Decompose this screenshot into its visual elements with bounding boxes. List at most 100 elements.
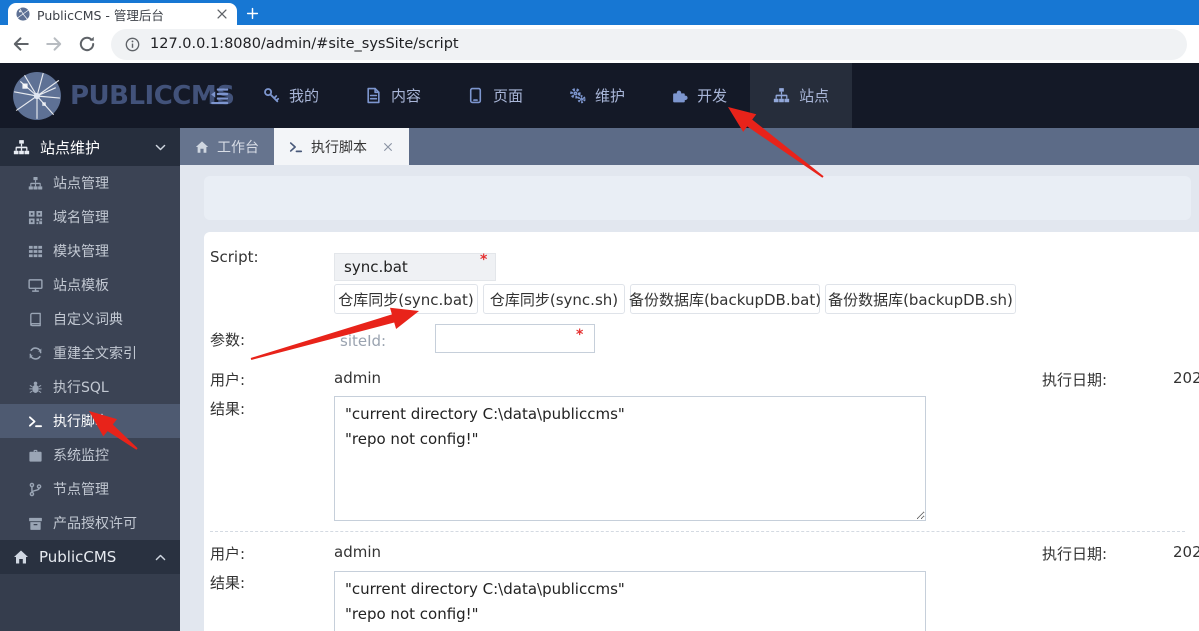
globe-favicon-icon xyxy=(16,7,30,21)
sidebar-item-label: 自定义词典 xyxy=(53,312,123,328)
gears-icon xyxy=(569,87,586,104)
app-topnav: PUBLICCMS 我的 内容 页面 维护 开发 站点 xyxy=(0,63,1199,128)
siteid-label: siteId: xyxy=(340,332,387,350)
sidebar-item-site-management[interactable]: 站点管理 xyxy=(0,166,180,200)
topnav-item-label: 站点 xyxy=(799,87,830,105)
topnav-item-page[interactable]: 页面 xyxy=(444,63,546,128)
topnav-item-maintain[interactable]: 维护 xyxy=(546,63,648,128)
sidebar-item-execute-script[interactable]: 执行脚本 xyxy=(0,404,180,438)
topnav-item-label: 开发 xyxy=(697,87,728,105)
browser-tab-title: PublicCMS - 管理后台 xyxy=(37,7,164,23)
exec-date-label: 执行日期: xyxy=(1042,371,1108,389)
browser-tabstrip: PublicCMS - 管理后台 xyxy=(0,0,1199,25)
sidebar-item-label: 执行SQL xyxy=(53,380,109,396)
result-label: 结果: xyxy=(210,574,246,592)
sidebar-item-module-management[interactable]: 模块管理 xyxy=(0,234,180,268)
archive-icon xyxy=(28,516,43,531)
script-panel: Script: * 仓库同步(sync.bat) 仓库同步(sync.sh) 备… xyxy=(204,232,1199,631)
close-icon[interactable] xyxy=(215,7,229,21)
script-button-sync-bat[interactable]: 仓库同步(sync.bat) xyxy=(334,284,478,314)
sidebar-item-label: 执行脚本 xyxy=(53,414,109,430)
sidebar-item-node-management[interactable]: 节点管理 xyxy=(0,472,180,506)
terminal-icon xyxy=(289,140,303,154)
sidebar-section-label: 站点维护 xyxy=(40,138,101,157)
sidebar-item-execute-sql[interactable]: 执行SQL xyxy=(0,370,180,404)
result-textarea[interactable]: "current directory C:\data\publiccms" "r… xyxy=(334,396,926,521)
sidebar-item-rebuild-index[interactable]: 重建全文索引 xyxy=(0,336,180,370)
url-text: 127.0.0.1:8080/admin/#site_sysSite/scrip… xyxy=(150,36,459,52)
script-button-sync-sh[interactable]: 仓库同步(sync.sh) xyxy=(483,284,625,314)
sidebar-item-system-monitor[interactable]: 系统监控 xyxy=(0,438,180,472)
required-asterisk: * xyxy=(576,327,584,343)
reload-button[interactable] xyxy=(78,35,96,53)
topnav-item-content[interactable]: 内容 xyxy=(342,63,444,128)
desktop-icon xyxy=(28,278,43,293)
page-tabbar: 工作台 执行脚本 xyxy=(180,128,1199,165)
browser-tab[interactable]: PublicCMS - 管理后台 xyxy=(8,3,237,25)
forward-button[interactable] xyxy=(45,35,63,53)
back-button[interactable] xyxy=(12,35,30,53)
sitemap-icon xyxy=(13,139,30,156)
topnav-item-site[interactable]: 站点 xyxy=(750,63,853,128)
bug-icon xyxy=(28,380,43,395)
sidebar-item-site-template[interactable]: 站点模板 xyxy=(0,268,180,302)
collapsed-filter-panel xyxy=(204,176,1191,220)
sidebar-item-label: 产品授权许可 xyxy=(53,516,137,532)
chevron-down-icon xyxy=(154,141,167,154)
topnav-item-mine[interactable]: 我的 xyxy=(240,63,342,128)
sidebar-item-label: 站点管理 xyxy=(53,176,109,192)
exec-date-value: 2023 xyxy=(1173,543,1199,561)
menu-outdent-icon[interactable] xyxy=(210,86,230,106)
info-icon[interactable] xyxy=(125,37,140,52)
user-label: 用户: xyxy=(210,545,246,563)
script-input[interactable] xyxy=(334,253,496,281)
siteid-input[interactable] xyxy=(435,324,595,353)
sidebar-item-label: 域名管理 xyxy=(53,210,109,226)
exec-date-label: 执行日期: xyxy=(1042,545,1108,563)
script-label: Script: xyxy=(210,248,259,266)
puzzle-icon xyxy=(671,87,688,104)
tab-label: 工作台 xyxy=(217,139,259,156)
sidebar-footer-label: PublicCMS xyxy=(39,548,117,566)
sync-icon xyxy=(28,346,43,361)
sidebar-section-publiccms[interactable]: PublicCMS xyxy=(0,540,180,574)
sidebar-item-domain-management[interactable]: 域名管理 xyxy=(0,200,180,234)
tab-execute-script[interactable]: 执行脚本 xyxy=(274,128,409,165)
topnav-item-develop[interactable]: 开发 xyxy=(648,63,750,128)
sidebar-section-site-maintenance[interactable]: 站点维护 xyxy=(0,128,180,166)
qrcode-icon xyxy=(28,210,43,225)
record-divider xyxy=(210,531,1185,532)
script-button-backupdb-bat[interactable]: 备份数据库(backupDB.bat) xyxy=(629,284,821,314)
sidebar-item-label: 系统监控 xyxy=(53,448,109,464)
home-icon xyxy=(13,549,29,565)
script-button-backupdb-sh[interactable]: 备份数据库(backupDB.sh) xyxy=(825,284,1016,314)
tab-workbench[interactable]: 工作台 xyxy=(180,128,274,165)
key-icon xyxy=(263,87,280,104)
plus-icon xyxy=(246,7,259,20)
sidebar-item-product-license[interactable]: 产品授权许可 xyxy=(0,506,180,540)
close-icon[interactable] xyxy=(382,141,394,153)
mobile-icon xyxy=(467,87,484,104)
sidebar-item-custom-dictionary[interactable]: 自定义词典 xyxy=(0,302,180,336)
sidebar-item-label: 重建全文索引 xyxy=(53,346,137,362)
branch-icon xyxy=(28,482,43,497)
params-label: 参数: xyxy=(210,331,246,349)
brand-text: PUBLICCMS xyxy=(70,80,235,111)
screen: PublicCMS - 管理后台 127.0.0.1:8080/admin/#s… xyxy=(0,0,1199,631)
sidebar-filler xyxy=(0,574,180,631)
exec-date-value: 2023 xyxy=(1173,369,1199,387)
required-asterisk: * xyxy=(480,252,488,268)
new-tab-button[interactable] xyxy=(237,1,267,25)
result-textarea[interactable]: "current directory C:\data\publiccms" "r… xyxy=(334,571,926,631)
terminal-icon xyxy=(28,414,43,429)
topnav-item-label: 页面 xyxy=(493,87,524,105)
globe-logo-icon xyxy=(12,71,62,121)
grid-icon xyxy=(28,244,43,259)
user-value: admin xyxy=(334,369,381,387)
topnav-item-label: 内容 xyxy=(391,87,422,105)
sidebar-item-label: 站点模板 xyxy=(53,278,109,294)
url-bar[interactable]: 127.0.0.1:8080/admin/#site_sysSite/scrip… xyxy=(111,28,1187,60)
chevron-up-icon xyxy=(154,551,167,564)
sidebar-item-label: 模块管理 xyxy=(53,244,109,260)
topnav-item-label: 我的 xyxy=(289,87,320,105)
